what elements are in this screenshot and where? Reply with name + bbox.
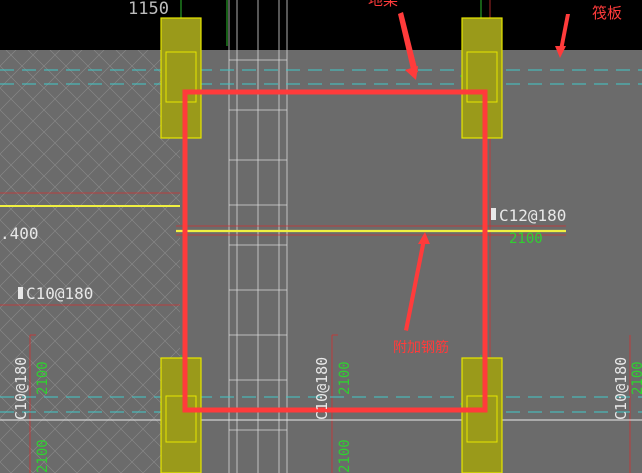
drawing-background <box>0 0 642 50</box>
length-vertical-3: 2100 <box>630 361 642 395</box>
rebar-label-c10-vertical-1: C10@180 <box>12 357 30 420</box>
column-bottom-left <box>160 357 202 473</box>
label-c10-vertical-3: C10@180 <box>612 357 630 420</box>
rebar-label-c10-left: C10@180 <box>26 284 93 303</box>
rebar-length-vertical-3: 2100 <box>630 361 642 395</box>
column-top-left <box>160 17 202 139</box>
bottom-length-2: 2100 <box>337 439 353 473</box>
label-c10-vertical-1: C10@180 <box>12 357 30 420</box>
length-vertical-2: 2100 <box>337 361 353 395</box>
bottom-length-1: 2100 <box>35 439 51 473</box>
cad-drawing: 1150 地梁 筏板 附加钢筋 .400 C12@180 2100 C10@18… <box>0 0 642 473</box>
rebar-label-c10-vertical-2: C10@180 <box>313 357 331 420</box>
dimension-text-top: 1150 <box>128 0 169 19</box>
label-c10-vertical-2: C10@180 <box>313 357 331 420</box>
rebar-bottom-length-1: 2100 <box>35 439 51 473</box>
cad-drawing-canvas: 1150 地梁 筏板 附加钢筋 .400 C12@180 2100 C10@18… <box>0 0 642 473</box>
rebar-label-c12: C12@180 <box>499 206 566 225</box>
column-bottom-right <box>461 357 503 473</box>
callout-ground-beam: 地梁 <box>368 0 398 9</box>
rebar-length-vertical-2: 2100 <box>337 361 353 395</box>
label-c10-left: C10@180 <box>18 284 93 303</box>
callout-additional-rebar: 附加钢筋 <box>393 339 449 356</box>
rebar-bottom-length-2: 2100 <box>337 439 353 473</box>
elevation-label-left: .400 <box>0 224 39 243</box>
column-top-right <box>461 17 503 139</box>
rebar-length-c12: 2100 <box>509 231 543 247</box>
callout-raft-slab: 筏板 <box>592 4 622 22</box>
rebar-length-vertical-1: 2100 <box>35 361 51 395</box>
length-vertical-1: 2100 <box>35 361 51 395</box>
rebar-label-c10-vertical-3: C10@180 <box>612 357 630 420</box>
